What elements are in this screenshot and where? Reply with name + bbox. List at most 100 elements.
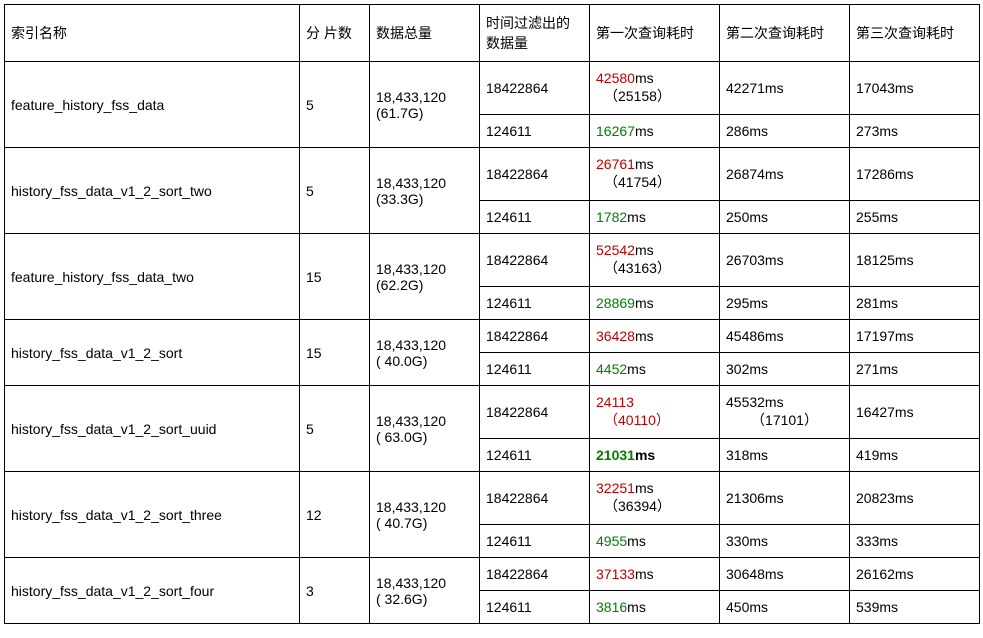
cell-q1: 24113（40110）: [590, 386, 720, 439]
cell-total: 18,433,120(62.2G): [370, 234, 480, 320]
cell-filtered: 18422864: [480, 320, 590, 353]
cell-filtered: 18422864: [480, 148, 590, 201]
header-q2: 第二次查询耗时: [720, 5, 850, 62]
total-size: (62.2G): [376, 277, 423, 293]
total-size: ( 40.0G): [376, 353, 427, 369]
cell-q2: 45532ms（17101）: [720, 386, 850, 439]
table-row: feature_history_fss_data518,433,120(61.7…: [5, 62, 980, 115]
q2-value: 45486ms: [726, 328, 784, 344]
cell-total: 18,433,120( 63.0G): [370, 386, 480, 472]
cell-shards: 15: [300, 320, 370, 386]
q1-value: 24113: [596, 394, 634, 410]
cell-q2: 450ms: [720, 591, 850, 624]
header-q3: 第三次查询耗时: [850, 5, 980, 62]
cell-filtered: 124611: [480, 525, 590, 558]
cell-filtered: 18422864: [480, 234, 590, 287]
q2-value: 302ms: [726, 361, 768, 377]
unit-ms: ms: [635, 566, 654, 582]
q2-value: 450ms: [726, 599, 768, 615]
table-row: history_fss_data_v1_2_sort_four318,433,1…: [5, 558, 980, 591]
q1-paren: （41754）: [596, 172, 713, 192]
q2-value: 318ms: [726, 447, 768, 463]
total-num: 18,433,120: [376, 575, 446, 591]
cell-q3: 18125ms: [850, 234, 980, 287]
cell-filtered: 124611: [480, 201, 590, 234]
q1-value: 1782: [596, 209, 627, 225]
cell-q1: 37133ms: [590, 558, 720, 591]
cell-q1: 42580ms（25158）: [590, 62, 720, 115]
unit-ms: ms: [635, 70, 654, 86]
q1-value: 28869: [596, 295, 635, 311]
total-num: 18,433,120: [376, 261, 446, 277]
cell-shards: 3: [300, 558, 370, 624]
cell-total: 18,433,120( 40.7G): [370, 472, 480, 558]
cell-q1: 1782ms: [590, 201, 720, 234]
cell-q3: 281ms: [850, 287, 980, 320]
q1-paren: （40110）: [596, 410, 713, 430]
cell-q1: 3816ms: [590, 591, 720, 624]
cell-index-name: history_fss_data_v1_2_sort_three: [5, 472, 300, 558]
cell-shards: 5: [300, 62, 370, 148]
cell-filtered: 18422864: [480, 386, 590, 439]
q2-value: 30648ms: [726, 566, 784, 582]
q1-paren: （25158）: [596, 86, 713, 106]
cell-q1: 26761ms（41754）: [590, 148, 720, 201]
unit-ms: ms: [627, 361, 646, 377]
cell-total: 18,433,120( 40.0G): [370, 320, 480, 386]
total-num: 18,433,120: [376, 175, 446, 191]
cell-q1: 4452ms: [590, 353, 720, 386]
header-shards: 分 片数: [300, 5, 370, 62]
table-row: history_fss_data_v1_2_sort1518,433,120( …: [5, 320, 980, 353]
q1-value: 4955: [596, 533, 627, 549]
unit-ms: ms: [627, 209, 646, 225]
q2-value: 26703ms: [726, 252, 784, 268]
table-row: history_fss_data_v1_2_sort_three1218,433…: [5, 472, 980, 525]
table-row: history_fss_data_v1_2_sort_uuid518,433,1…: [5, 386, 980, 439]
q1-value: 26761: [596, 156, 635, 172]
q2-value: 26874ms: [726, 166, 784, 182]
q1-value: 52542: [596, 242, 635, 258]
cell-total: 18,433,120(33.3G): [370, 148, 480, 234]
cell-q2: 30648ms: [720, 558, 850, 591]
q1-value: 16267: [596, 123, 635, 139]
cell-q3: 273ms: [850, 115, 980, 148]
unit-ms: ms: [627, 533, 646, 549]
unit-ms: ms: [635, 480, 654, 496]
cell-q3: 539ms: [850, 591, 980, 624]
q1-value: 32251: [596, 480, 635, 496]
q1-value: 42580: [596, 70, 635, 86]
cell-q2: 250ms: [720, 201, 850, 234]
cell-shards: 5: [300, 386, 370, 472]
cell-filtered: 124611: [480, 353, 590, 386]
cell-q3: 17043ms: [850, 62, 980, 115]
cell-q2: 295ms: [720, 287, 850, 320]
cell-index-name: history_fss_data_v1_2_sort: [5, 320, 300, 386]
unit-ms: ms: [635, 123, 654, 139]
header-index-name: 索引名称: [5, 5, 300, 62]
total-size: (61.7G): [376, 105, 423, 121]
cell-q2: 42271ms: [720, 62, 850, 115]
total-num: 18,433,120: [376, 413, 446, 429]
unit-ms: ms: [635, 447, 655, 463]
unit-ms: ms: [635, 242, 654, 258]
cell-total: 18,433,120( 32.6G): [370, 558, 480, 624]
cell-index-name: feature_history_fss_data_two: [5, 234, 300, 320]
q2-value: 42271ms: [726, 80, 784, 96]
cell-q2: 302ms: [720, 353, 850, 386]
cell-q1: 16267ms: [590, 115, 720, 148]
q1-value: 3816: [596, 599, 627, 615]
cell-q3: 17286ms: [850, 148, 980, 201]
unit-ms: ms: [635, 156, 654, 172]
cell-index-name: history_fss_data_v1_2_sort_uuid: [5, 386, 300, 472]
cell-shards: 5: [300, 148, 370, 234]
unit-ms: ms: [635, 328, 654, 344]
total-num: 18,433,120: [376, 337, 446, 353]
cell-q1: 4955ms: [590, 525, 720, 558]
cell-q2: 45486ms: [720, 320, 850, 353]
cell-q3: 26162ms: [850, 558, 980, 591]
table-header-row: 索引名称 分 片数 数据总量 时间过滤出的数据量 第一次查询耗时 第二次查询耗时…: [5, 5, 980, 62]
cell-q1: 52542ms（43163）: [590, 234, 720, 287]
cell-q3: 20823ms: [850, 472, 980, 525]
cell-shards: 12: [300, 472, 370, 558]
cell-q2: 318ms: [720, 439, 850, 472]
